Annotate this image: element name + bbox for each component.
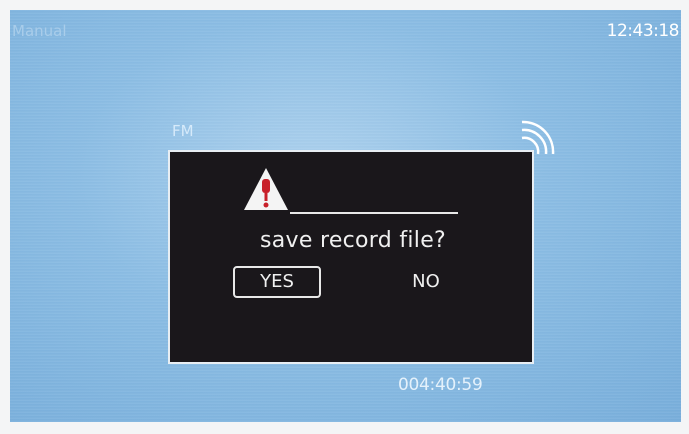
dialog-question: save record file? xyxy=(259,228,447,253)
clock: 12:43:18 xyxy=(606,21,680,41)
device-bezel: Manual 12:43:18 FM save record file? YES… xyxy=(0,0,689,434)
band-label: FM xyxy=(172,122,194,140)
mode-label: Manual xyxy=(12,22,67,40)
recording-timer: 004:40:59 xyxy=(398,375,483,395)
dialog-divider xyxy=(290,212,458,214)
no-button[interactable]: NO xyxy=(396,266,456,298)
save-record-dialog: save record file? YES NO xyxy=(168,150,534,364)
yes-button[interactable]: YES xyxy=(233,266,321,298)
lcd-screen: Manual 12:43:18 FM save record file? YES… xyxy=(10,10,681,422)
warning-triangle-icon xyxy=(244,168,288,210)
